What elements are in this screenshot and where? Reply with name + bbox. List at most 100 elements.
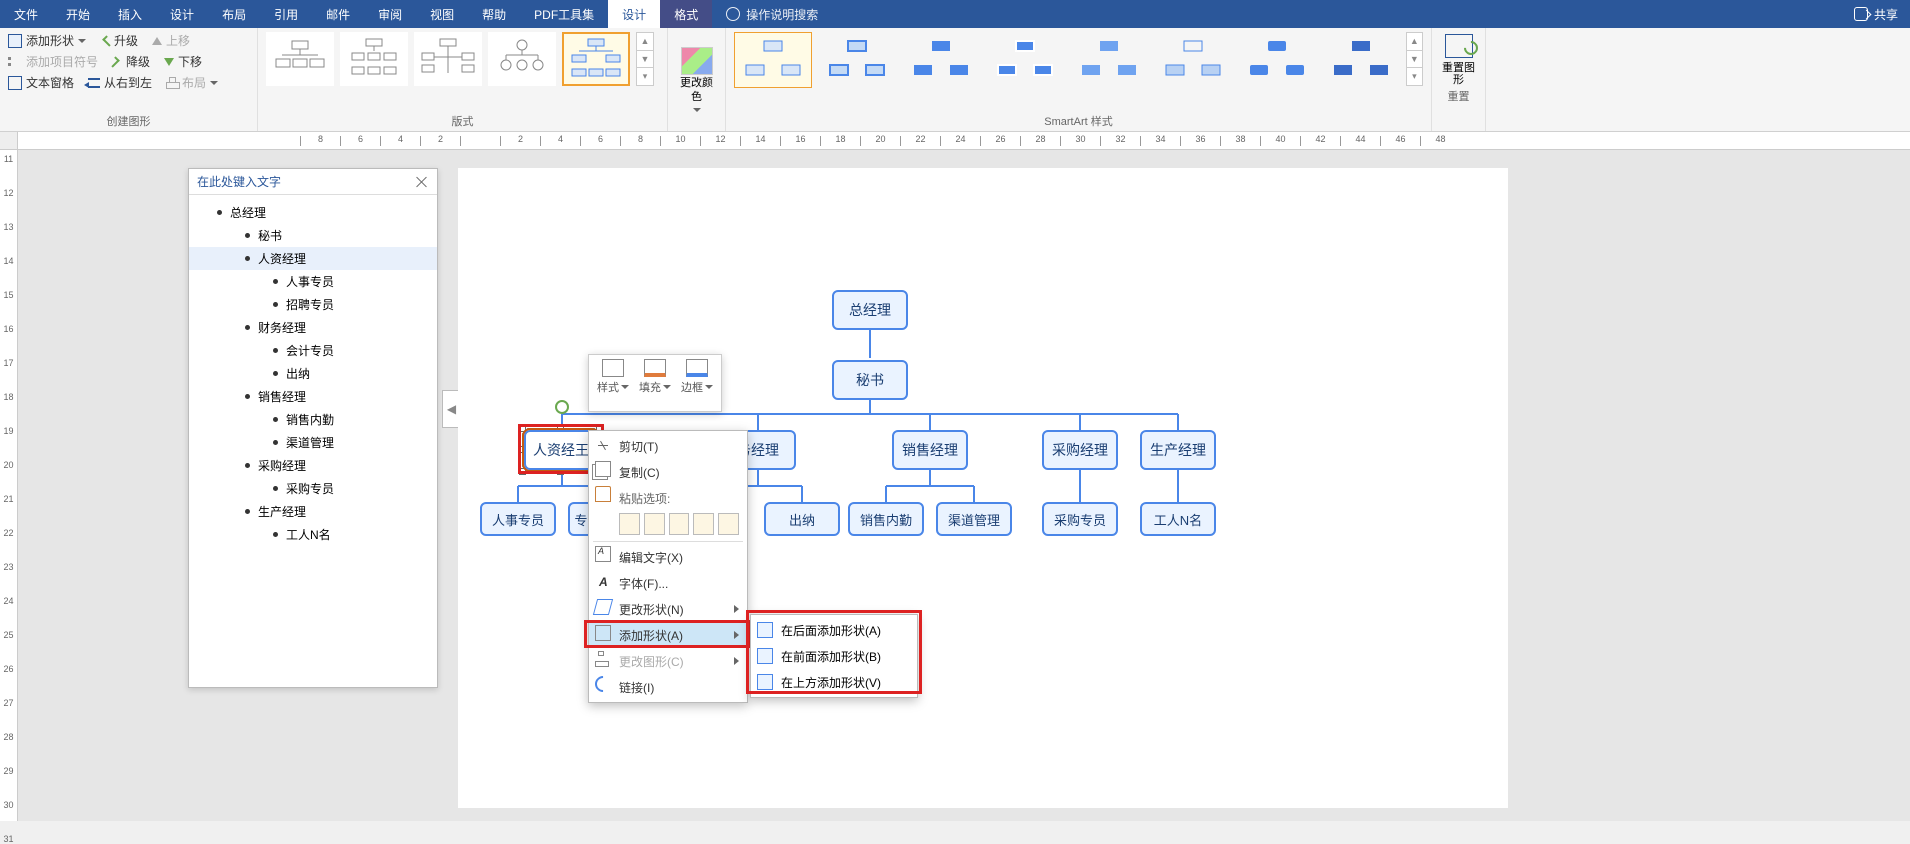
tab-smartart-format[interactable]: 格式 <box>660 0 712 28</box>
layout-thumb-4[interactable] <box>488 32 556 86</box>
gallery-scroll[interactable]: ▲▼▾ <box>636 32 654 86</box>
add-shape-button[interactable]: 添加形状 <box>8 32 86 49</box>
layout-thumb-2[interactable] <box>340 32 408 86</box>
node-hr-manager[interactable]: 人资经王 <box>524 430 598 470</box>
tab-insert[interactable]: 插入 <box>104 0 156 28</box>
style-thumb-4[interactable] <box>986 32 1064 88</box>
outline-item[interactable]: 生产经理 <box>189 500 437 523</box>
share-button[interactable]: 共享 <box>1854 6 1898 23</box>
smartart-canvas[interactable]: 总经理 秘书 人资经王 务经理 销售经理 采购经理 生产经理 人事专员 专 出纳… <box>458 168 1508 808</box>
outline-item[interactable]: 采购经理 <box>189 454 437 477</box>
paste-option-5[interactable] <box>718 513 739 535</box>
sub-add-before[interactable]: 在前面添加形状(B) <box>751 643 917 669</box>
tab-review[interactable]: 审阅 <box>364 0 416 28</box>
ctx-change-layout[interactable]: 更改图形(C) <box>589 648 747 674</box>
tab-view[interactable]: 视图 <box>416 0 468 28</box>
outline-item[interactable]: 出纳 <box>189 362 437 385</box>
paste-option-3[interactable] <box>669 513 690 535</box>
style-thumb-8[interactable] <box>1322 32 1400 88</box>
node-purchaser[interactable]: 采购专员 <box>1042 502 1118 536</box>
close-icon[interactable] <box>415 175 429 189</box>
sub-add-after[interactable]: 在后面添加形状(A) <box>751 617 917 643</box>
tab-smartart-design[interactable]: 设计 <box>608 0 660 28</box>
style-thumb-6[interactable] <box>1154 32 1232 88</box>
ctx-change-shape[interactable]: 更改形状(N) <box>589 596 747 622</box>
mini-outline-button[interactable]: 边框 <box>681 359 713 407</box>
node-secretary[interactable]: 秘书 <box>832 360 908 400</box>
tab-layout[interactable]: 布局 <box>208 0 260 28</box>
tab-design[interactable]: 设计 <box>156 0 208 28</box>
style-thumb-7[interactable] <box>1238 32 1316 88</box>
style-thumb-1[interactable] <box>734 32 812 88</box>
layout-thumb-3[interactable] <box>414 32 482 86</box>
text-pane-button[interactable]: 文本窗格 <box>8 74 74 91</box>
node-production-manager[interactable]: 生产经理 <box>1140 430 1216 470</box>
outline-item[interactable]: 会计专员 <box>189 339 437 362</box>
style-thumb-3[interactable] <box>902 32 980 88</box>
outline-item[interactable]: 人事专员 <box>189 270 437 293</box>
demote-button[interactable]: 降级 <box>112 53 150 70</box>
ctx-edit-text[interactable]: 编辑文字(X) <box>589 544 747 570</box>
gallery-down-icon[interactable]: ▼ <box>637 51 653 69</box>
rotate-handle[interactable] <box>555 400 569 414</box>
node-hr-specialist[interactable]: 人事专员 <box>480 502 556 536</box>
gallery-more-icon[interactable]: ▾ <box>1407 68 1422 85</box>
reset-graphic-button[interactable]: 重置图形 <box>1440 34 1477 86</box>
outline-item[interactable]: 销售内勤 <box>189 408 437 431</box>
paste-option-4[interactable] <box>693 513 714 535</box>
tab-pdf-tools[interactable]: PDF工具集 <box>520 0 608 28</box>
outline-item[interactable]: 招聘专员 <box>189 293 437 316</box>
style-thumb-2[interactable] <box>818 32 896 88</box>
ctx-copy[interactable]: 复制(C) <box>589 459 747 485</box>
outline-item[interactable]: 工人N名 <box>189 523 437 546</box>
node-workers[interactable]: 工人N名 <box>1140 502 1216 536</box>
add-bullet-button[interactable]: 添加项目符号 <box>8 53 98 70</box>
outline-item[interactable]: 秘书 <box>189 224 437 247</box>
tab-home[interactable]: 开始 <box>52 0 104 28</box>
mini-fill-button[interactable]: 填充 <box>639 359 671 407</box>
tab-references[interactable]: 引用 <box>260 0 312 28</box>
tab-file[interactable]: 文件 <box>0 0 52 28</box>
style-thumb-5[interactable] <box>1070 32 1148 88</box>
outline-item[interactable]: 财务经理 <box>189 316 437 339</box>
node-root[interactable]: 总经理 <box>832 290 908 330</box>
outline-item[interactable]: 销售经理 <box>189 385 437 408</box>
outline-item[interactable]: 渠道管理 <box>189 431 437 454</box>
ctx-font[interactable]: 字体(F)... <box>589 570 747 596</box>
change-colors-button[interactable]: 更改颜色 <box>668 28 726 131</box>
rtl-button[interactable]: 从右到左 <box>88 74 152 91</box>
tab-help[interactable]: 帮助 <box>468 0 520 28</box>
outline-item[interactable]: 人资经理 <box>189 247 437 270</box>
outline-item-label: 总经理 <box>230 204 266 221</box>
ctx-cut[interactable]: 剪切(T) <box>589 433 747 459</box>
promote-button[interactable]: 升级 <box>100 32 138 49</box>
ctx-add-shape[interactable]: 添加形状(A) <box>589 622 747 648</box>
node-sales-support[interactable]: 销售内勤 <box>848 502 924 536</box>
mini-style-button[interactable]: 样式 <box>597 359 629 407</box>
node-purchase-manager[interactable]: 采购经理 <box>1042 430 1118 470</box>
outline-item[interactable]: 采购专员 <box>189 477 437 500</box>
ctx-link[interactable]: 链接(I) <box>589 674 747 700</box>
layout-thumb-5[interactable] <box>562 32 630 86</box>
node-sales-manager[interactable]: 销售经理 <box>892 430 968 470</box>
chevron-down-icon <box>705 383 713 391</box>
gallery-more-icon[interactable]: ▾ <box>637 68 653 85</box>
outline-item[interactable]: 总经理 <box>189 201 437 224</box>
gallery-up-icon[interactable]: ▲ <box>1407 33 1422 51</box>
layout-thumb-1[interactable] <box>266 32 334 86</box>
styles-scroll[interactable]: ▲▼▾ <box>1406 32 1423 86</box>
paste-option-2[interactable] <box>644 513 665 535</box>
layout-button[interactable]: 布局 <box>166 74 218 91</box>
tell-me-search[interactable]: 操作说明搜索 <box>712 6 832 23</box>
move-up-button[interactable]: 上移 <box>152 32 190 49</box>
node-channel-mgmt[interactable]: 渠道管理 <box>936 502 1012 536</box>
tab-mailings[interactable]: 邮件 <box>312 0 364 28</box>
sub-add-above[interactable]: 在上方添加形状(V) <box>751 669 917 695</box>
paste-option-1[interactable] <box>619 513 640 535</box>
bullet-icon <box>273 440 278 445</box>
gallery-down-icon[interactable]: ▼ <box>1407 51 1422 69</box>
text-pane-body[interactable]: 总经理秘书人资经理人事专员招聘专员财务经理会计专员出纳销售经理销售内勤渠道管理采… <box>189 195 437 552</box>
node-cashier[interactable]: 出纳 <box>764 502 840 536</box>
gallery-up-icon[interactable]: ▲ <box>637 33 653 51</box>
move-down-button[interactable]: 下移 <box>164 53 202 70</box>
